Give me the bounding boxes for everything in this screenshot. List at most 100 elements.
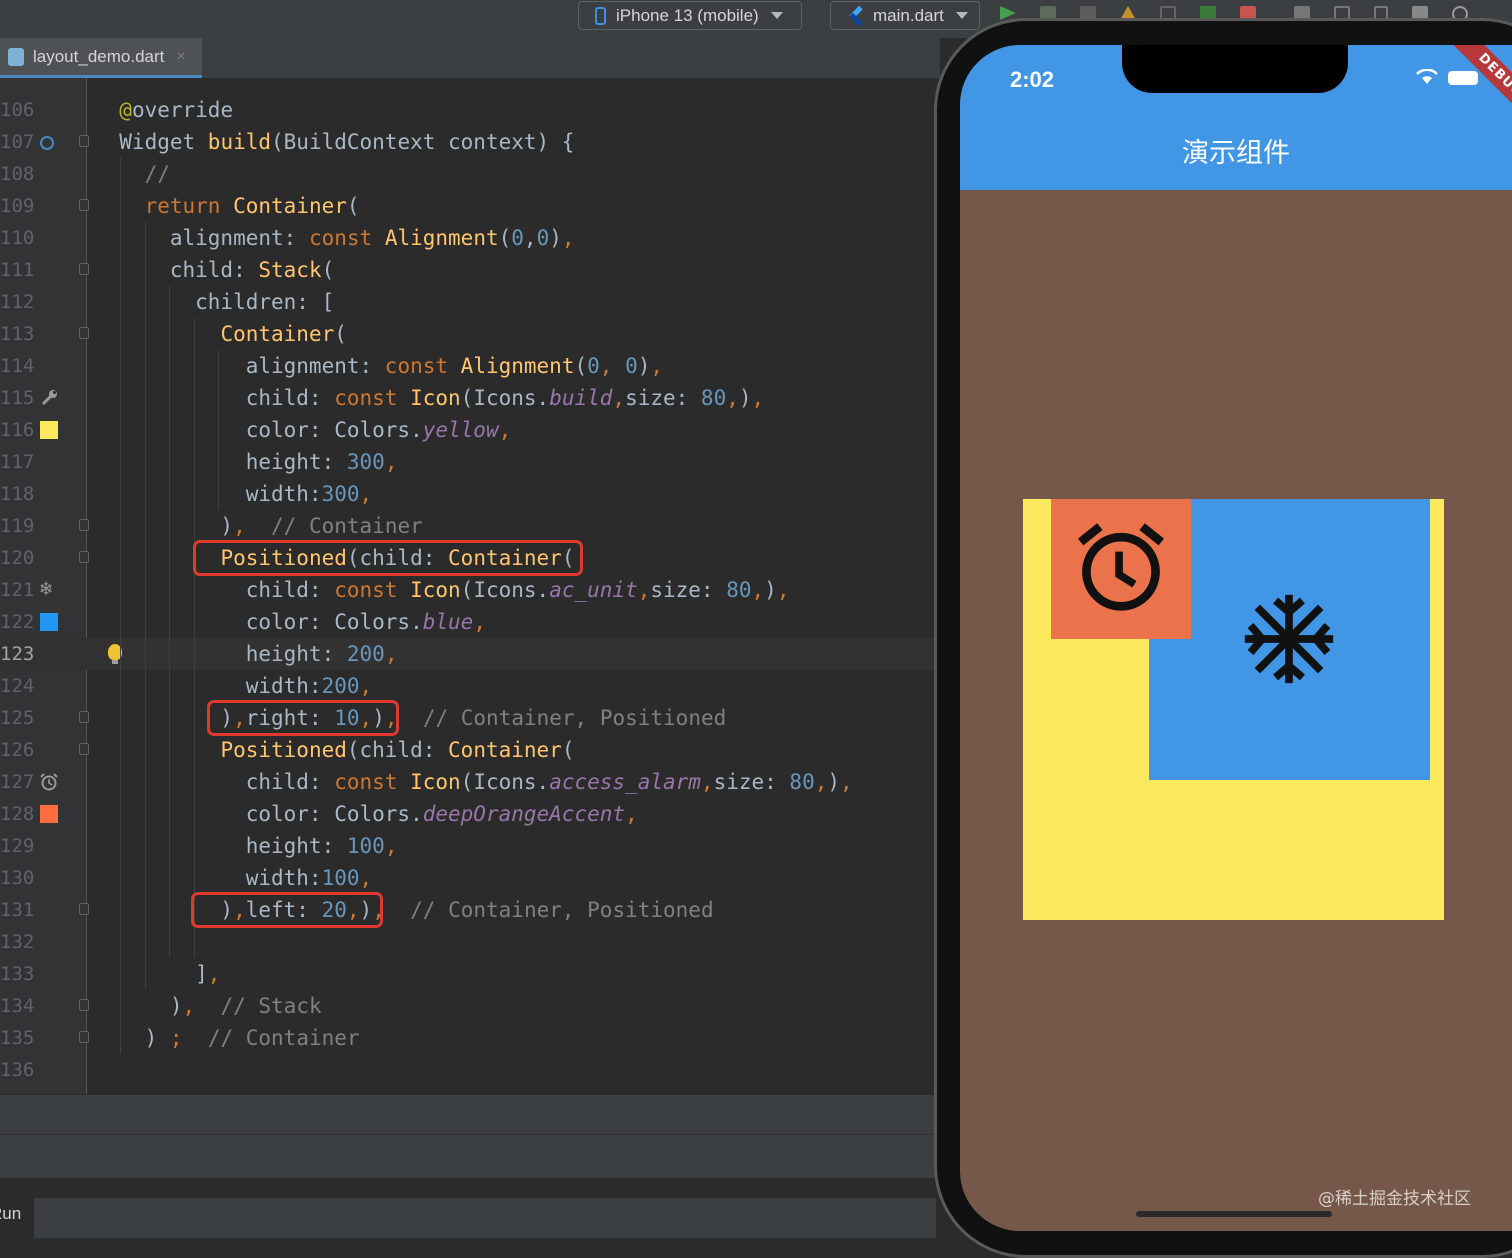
simulator-screen[interactable]: 2:02 演示组件 DEBUG: [960, 45, 1512, 1231]
code-line: 124 width:200,: [0, 670, 936, 702]
fold-marker[interactable]: [79, 519, 89, 531]
color-swatch-yellow[interactable]: [40, 421, 58, 439]
line-number: 122: [0, 611, 35, 633]
code-line: 121 ❄ child: const Icon(Icons.ac_unit,si…: [0, 574, 936, 606]
code-line: 127 child: const Icon(Icons.access_alarm…: [0, 766, 936, 798]
home-indicator: [1136, 1211, 1332, 1217]
code-text: Positioned(child: Container(: [220, 738, 575, 762]
run-config-label: main.dart: [873, 5, 944, 25]
code-text: child: Stack(: [94, 258, 335, 282]
code-line: 136: [0, 1054, 936, 1086]
indent-guide: [169, 286, 170, 958]
code-line: 106 @override: [0, 94, 936, 126]
code-line: 132: [0, 926, 936, 958]
line-number: 116: [0, 419, 35, 441]
fold-marker[interactable]: [79, 327, 89, 339]
line-number: 120: [0, 547, 35, 569]
code-line: 116 color: Colors.yellow,: [0, 414, 936, 446]
chevron-down-icon: [770, 12, 783, 19]
line-number: 131: [0, 899, 35, 921]
code-text: ),left: 20,), // Container, Positioned: [94, 898, 714, 922]
battery-icon: [1448, 71, 1478, 85]
highlight-box: [207, 700, 399, 736]
code-text: height: 200,: [94, 642, 398, 666]
line-number: 121: [0, 579, 35, 601]
code-line: 133 ],: [0, 958, 936, 990]
code-line: 131 ),left: 20,), // Container, Position…: [0, 894, 936, 926]
line-number: 118: [0, 483, 35, 505]
code-line: 108 //: [0, 158, 936, 190]
stack-yellow-container: [1023, 499, 1444, 920]
code-text: width:200,: [94, 674, 373, 698]
line-number: 125: [0, 707, 35, 729]
indent-guide: [218, 350, 219, 510]
code-text: alignment: const Alignment(0, 0),: [94, 354, 664, 378]
snowflake-icon: [1244, 594, 1334, 684]
code-text: ) ; // Container: [94, 1026, 360, 1050]
device-selector[interactable]: iPhone 13 (mobile): [578, 1, 802, 30]
wifi-icon: [1416, 69, 1438, 84]
tab-run[interactable]: Run: [0, 1198, 34, 1238]
color-swatch-blue[interactable]: [40, 613, 58, 631]
code-text: ), // Container: [94, 514, 423, 538]
code-text: @override: [119, 98, 234, 122]
fold-marker[interactable]: [79, 551, 89, 563]
close-icon[interactable]: ×: [176, 48, 185, 66]
fold-marker[interactable]: [79, 1031, 89, 1043]
run-tab-label: Run: [0, 1204, 22, 1223]
code-line: 111 child: Stack(: [0, 254, 936, 286]
code-line: 119 ), // Container: [0, 510, 936, 542]
fold-marker[interactable]: [79, 999, 89, 1011]
tool-window-header: [0, 1134, 936, 1179]
code-text: alignment: const Alignment(0,0),: [94, 226, 575, 250]
code-text: return Container(: [144, 194, 360, 218]
color-swatch-deep-orange[interactable]: [40, 805, 58, 823]
line-number: 135: [0, 1027, 35, 1049]
device-label: iPhone 13 (mobile): [616, 5, 759, 25]
line-number: 117: [0, 451, 35, 473]
code-line: 118 width:300,: [0, 478, 936, 510]
code-line: 112 children: [: [0, 286, 936, 318]
indent-guide: [120, 158, 121, 1054]
line-number: 112: [0, 291, 35, 313]
code-text: Container(: [220, 322, 347, 346]
fold-marker[interactable]: [79, 743, 89, 755]
code-text: child: const Icon(Icons.ac_unit,size: 80…: [94, 578, 790, 602]
code-line: 117 height: 300,: [0, 446, 936, 478]
fold-marker[interactable]: [79, 263, 89, 275]
fold-marker[interactable]: [79, 199, 89, 211]
line-number: 109: [0, 195, 35, 217]
code-line: 122 color: Colors.blue,: [0, 606, 936, 638]
flutter-icon: [847, 5, 863, 26]
line-number: 128: [0, 803, 35, 825]
snowflake-icon: ❄: [40, 576, 53, 600]
code-text: color: Colors.yellow,: [94, 418, 512, 442]
notch: [1122, 45, 1348, 93]
wrench-icon: [41, 390, 57, 406]
line-number: 113: [0, 323, 35, 345]
code-line: 135 ) ; // Container: [0, 1022, 936, 1054]
fold-marker[interactable]: [79, 135, 89, 147]
status-time: 2:02: [1010, 67, 1055, 92]
code-text: color: Colors.blue,: [94, 610, 486, 634]
run-config-selector[interactable]: main.dart: [830, 1, 980, 30]
line-number: 136: [0, 1059, 35, 1081]
line-number: 130: [0, 867, 35, 889]
code-line: 128 color: Colors.deepOrangeAccent,: [0, 798, 936, 830]
line-number: 127: [0, 771, 35, 793]
alarm-icon: [40, 773, 58, 791]
override-marker-icon[interactable]: [40, 136, 54, 150]
alarm-icon: [1077, 523, 1165, 611]
file-tab-layout-demo[interactable]: layout_demo.dart ×: [0, 38, 202, 78]
line-number: 111: [0, 259, 35, 281]
fold-marker[interactable]: [79, 711, 89, 723]
code-text: height: 300,: [94, 450, 398, 474]
positioned-blue-container: [1149, 499, 1430, 780]
code-text: width:300,: [94, 482, 373, 506]
line-number: 108: [0, 163, 35, 185]
chevron-down-icon: [955, 12, 968, 19]
fold-marker[interactable]: [79, 903, 89, 915]
line-number: 115: [0, 387, 35, 409]
code-editor[interactable]: 106 @override 107 Widget build(BuildCont…: [0, 78, 936, 1094]
line-number: 133: [0, 963, 35, 985]
